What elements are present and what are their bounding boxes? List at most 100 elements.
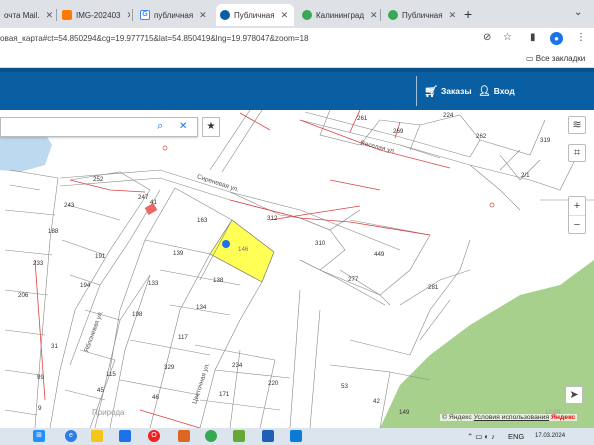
all-bookmarks-button[interactable]: ▭ Все закладки <box>526 54 585 63</box>
eye-off-icon[interactable]: ⊘ <box>483 32 491 43</box>
tab-google-search[interactable]: G публичная ✕ <box>136 4 214 26</box>
parcel-label: 134 <box>196 304 207 311</box>
user-icon: 👤︎ <box>478 85 491 97</box>
parcel-label: 262 <box>476 133 487 140</box>
google-icon: G <box>140 10 150 20</box>
parcel-label: 9 <box>38 405 42 412</box>
parcel-label: 133 <box>148 280 159 287</box>
tab-public-map-active[interactable]: Публичная ✕ <box>216 4 294 26</box>
language-indicator[interactable]: ENG <box>508 432 524 441</box>
chevron-down-icon[interactable]: ⌄ <box>574 7 582 18</box>
app-icon[interactable] <box>290 430 302 442</box>
tab-separator <box>132 9 133 21</box>
parcel-label: 277 <box>348 276 359 283</box>
parcel-label: 46 <box>152 394 159 401</box>
crop-button[interactable]: ⌗ <box>568 144 586 162</box>
close-icon[interactable]: ✕ <box>199 10 207 21</box>
navigation-icon: ➤ <box>569 389 579 401</box>
locate-button[interactable]: ➤ <box>565 386 583 404</box>
parcel-label: 220 <box>268 380 279 387</box>
zoom-in-button[interactable]: + <box>569 197 585 215</box>
chrome-icon[interactable] <box>205 430 217 442</box>
layers-button[interactable]: ≋ <box>568 116 586 134</box>
parcel-label: 191 <box>95 253 106 260</box>
tab-title: публичная <box>154 10 194 20</box>
parcel-label: 42 <box>373 398 380 405</box>
parcel-label: 261 <box>357 115 368 122</box>
yandex-logo[interactable]: Яндекс <box>551 414 575 421</box>
parcel-label: 53 <box>341 383 348 390</box>
star-icon[interactable]: ☆ <box>503 32 512 43</box>
edge-icon[interactable]: e <box>65 430 77 442</box>
parcel-label: 310 <box>315 240 326 247</box>
search-icon[interactable]: ⌕ <box>157 120 163 133</box>
parcel-label: 41 <box>150 199 157 206</box>
sidepanel-icon[interactable]: ▮ <box>530 32 536 43</box>
tab-title: Публичная <box>402 10 443 20</box>
url-text[interactable]: овая_карта#ct=54.850294&cg=19.977715&lat… <box>0 34 309 43</box>
folder-icon[interactable] <box>91 430 103 442</box>
parcel-label: 194 <box>80 282 91 289</box>
parcel-label: 269 <box>393 128 404 135</box>
parcel-label: 206 <box>18 292 29 299</box>
map-search-input[interactable]: ⌕ ✕ <box>0 117 198 137</box>
parcel-label: 188 <box>48 228 59 235</box>
terms-link[interactable]: Условия использования <box>474 414 549 421</box>
zoom-control: + − <box>568 196 586 234</box>
survey-point <box>489 202 495 208</box>
close-icon[interactable]: ✕ <box>46 10 54 21</box>
address-bar[interactable]: овая_карта#ct=54.850294&cg=19.977715&lat… <box>0 28 594 52</box>
close-icon[interactable]: ✕ <box>281 10 289 21</box>
close-icon[interactable]: ✕ <box>179 121 187 132</box>
windows-taskbar: ⊞ e O ⌃ ▭ ◐ ♪ ENG 17.03.2024 <box>0 428 594 445</box>
store-icon[interactable] <box>119 430 131 442</box>
parcel-label: 224 <box>443 112 454 119</box>
parcel-label: 234 <box>232 362 243 369</box>
parcel-label: 247 <box>138 194 149 201</box>
cadastral-map[interactable]: 261 269 224 262 319 252 247 41 243 163 3… <box>0 110 594 428</box>
parcel-label: 171 <box>219 391 230 398</box>
profile-avatar[interactable]: ● <box>550 32 563 45</box>
tab-kaliningrad[interactable]: Калининград ✕ <box>298 4 378 26</box>
parcel-label: 139 <box>173 250 184 257</box>
parcel-label: 45 <box>97 387 104 394</box>
close-icon[interactable]: ✕ <box>126 10 130 21</box>
parcel-label: 329 <box>164 364 175 371</box>
tab-public-map-2[interactable]: Публичная ✕ <box>384 4 462 26</box>
orders-button[interactable]: 🛒︎ Заказы <box>424 72 472 110</box>
site-icon <box>220 10 230 20</box>
tray-icons[interactable]: ⌃ ▭ ◐ ♪ <box>467 432 495 441</box>
close-icon[interactable]: ✕ <box>449 10 457 21</box>
login-label: Вход <box>493 86 515 96</box>
area-label: Природа <box>92 408 125 417</box>
location-marker[interactable] <box>222 240 230 248</box>
yandex-copyright: © Яндекс <box>442 414 472 421</box>
cart-icon: 🛒︎ <box>424 85 438 98</box>
zoom-out-button[interactable]: − <box>569 215 585 233</box>
windows-start-icon[interactable]: ⊞ <box>33 430 45 442</box>
tab-separator <box>380 9 381 21</box>
tray-clock[interactable]: 17.03.2024 <box>535 433 565 439</box>
parcel-label: 281 <box>428 284 439 291</box>
new-tab-button[interactable]: + <box>464 6 472 22</box>
tab-strip: очта Mail. ✕ IMG-202403 ✕ G публичная ✕ … <box>0 0 594 28</box>
login-button[interactable]: 👤︎ Вход <box>478 72 515 110</box>
app-icon[interactable] <box>262 430 274 442</box>
crop-icon: ⌗ <box>573 147 581 159</box>
opera-icon[interactable]: O <box>148 430 160 442</box>
parcel-label: 149 <box>399 409 410 416</box>
tab-mail[interactable]: очта Mail. ✕ <box>0 4 54 26</box>
parcel-label: 319 <box>540 137 551 144</box>
close-icon[interactable]: ✕ <box>370 10 378 21</box>
parcel-label: 243 <box>64 202 75 209</box>
parcel-label: 146 <box>238 246 249 253</box>
site-icon <box>302 10 312 20</box>
torrent-icon[interactable] <box>233 430 245 442</box>
parcel-label: 312 <box>267 215 278 222</box>
map-canvas[interactable] <box>0 110 594 428</box>
app-icon[interactable] <box>178 430 190 442</box>
tab-img[interactable]: IMG-202403 ✕ <box>58 4 130 26</box>
menu-icon[interactable]: ⋮ <box>576 32 586 43</box>
favorites-button[interactable]: ★ <box>202 117 220 137</box>
tab-title: очта Mail. <box>4 10 40 20</box>
